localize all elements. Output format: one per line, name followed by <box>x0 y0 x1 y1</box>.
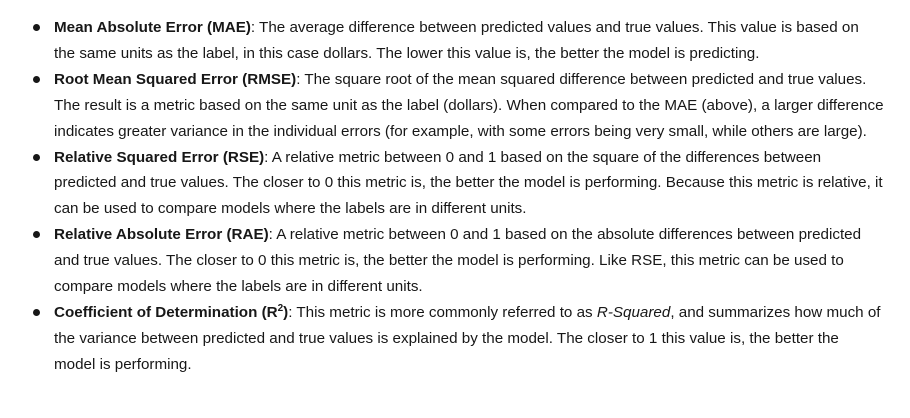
metric-term: Coefficient of Determination (R2) <box>54 303 288 321</box>
metric-term: Root Mean Squared Error (RMSE) <box>54 70 297 88</box>
list-item-rse: Relative Squared Error (RSE): A relative… <box>0 145 910 223</box>
bullet-icon <box>33 308 40 316</box>
bullet-icon <box>33 153 40 161</box>
metric-term: Relative Absolute Error (RAE) <box>54 226 269 244</box>
list-item-r-squared: Coefficient of Determination (R2): This … <box>0 300 910 378</box>
metric-term: Mean Absolute Error (MAE) <box>54 19 251 36</box>
metric-term-prefix: Coefficient of Determination (R <box>54 303 278 321</box>
bullet-icon <box>33 75 40 83</box>
bullet-icon <box>33 24 40 31</box>
r-squared-emphasis: R-Squared <box>596 303 671 321</box>
metric-description-before: : This metric is more commonly referred … <box>288 303 597 321</box>
metrics-list: Mean Absolute Error (MAE): The average d… <box>0 0 910 378</box>
evaluation-metrics-content: Mean Absolute Error (MAE): The average d… <box>0 0 910 418</box>
list-item-rae: Relative Absolute Error (RAE): A relativ… <box>0 222 910 300</box>
metric-term: Relative Squared Error (RSE) <box>54 148 265 166</box>
list-item-mae: Mean Absolute Error (MAE): The average d… <box>0 15 910 67</box>
list-item-rmse: Root Mean Squared Error (RMSE): The squa… <box>0 67 910 145</box>
bullet-icon <box>33 231 40 239</box>
